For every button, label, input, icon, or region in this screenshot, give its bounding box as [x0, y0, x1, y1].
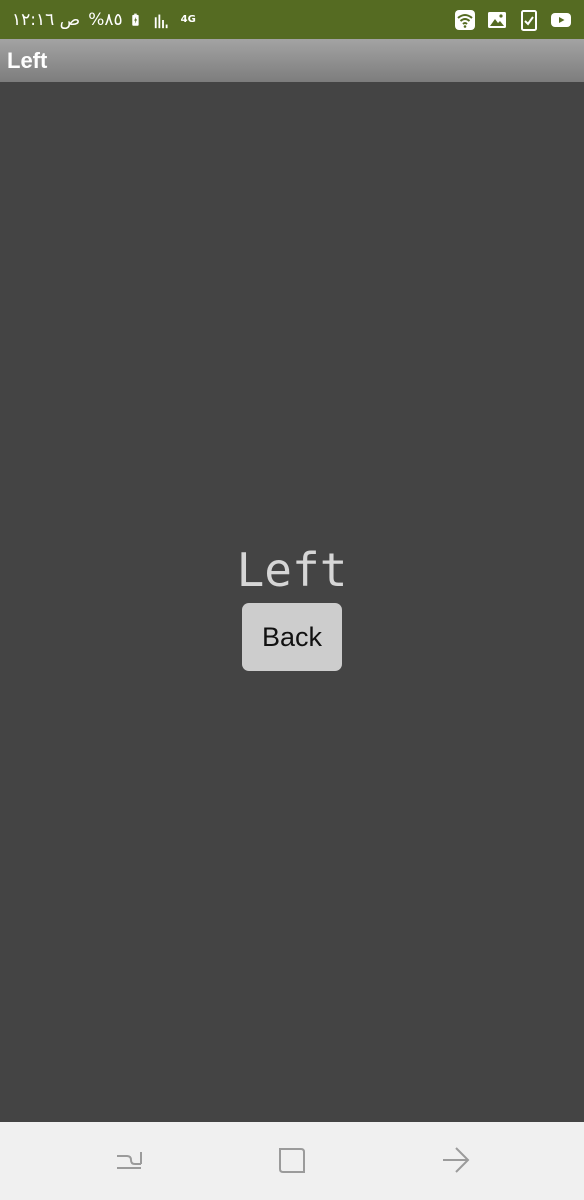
main-content: Left Back: [0, 82, 584, 1122]
gallery-icon: [488, 11, 506, 28]
home-icon: [279, 1148, 305, 1173]
charging-battery-icon: [131, 13, 139, 26]
youtube-icon: [551, 12, 571, 27]
back-nav-button[interactable]: [438, 1142, 474, 1178]
back-button[interactable]: Back: [242, 603, 342, 671]
status-bar: ص ١٢:١٦ %٨٥ 4G: [0, 0, 584, 39]
network-4g-icon: 4G: [180, 13, 196, 25]
wifi-icon: [455, 9, 475, 30]
home-button[interactable]: [274, 1142, 310, 1178]
signal-icon: [154, 14, 168, 28]
app-title: Left: [7, 48, 48, 73]
recent-apps-icon: [117, 1152, 142, 1169]
app-bar: Left: [0, 39, 584, 82]
back-icon: [443, 1147, 470, 1173]
clipboard-check-icon: [521, 9, 537, 31]
status-bar-right: [454, 0, 572, 39]
clock: ص ١٢:١٦: [12, 9, 81, 30]
status-bar-left: ص ١٢:١٦ %٨٥ 4G: [12, 0, 196, 39]
navigation-bar: [0, 1122, 584, 1200]
screen-label: Left: [236, 543, 348, 597]
battery-percent: %٨٥: [88, 9, 123, 30]
recent-apps-button[interactable]: [111, 1142, 147, 1178]
